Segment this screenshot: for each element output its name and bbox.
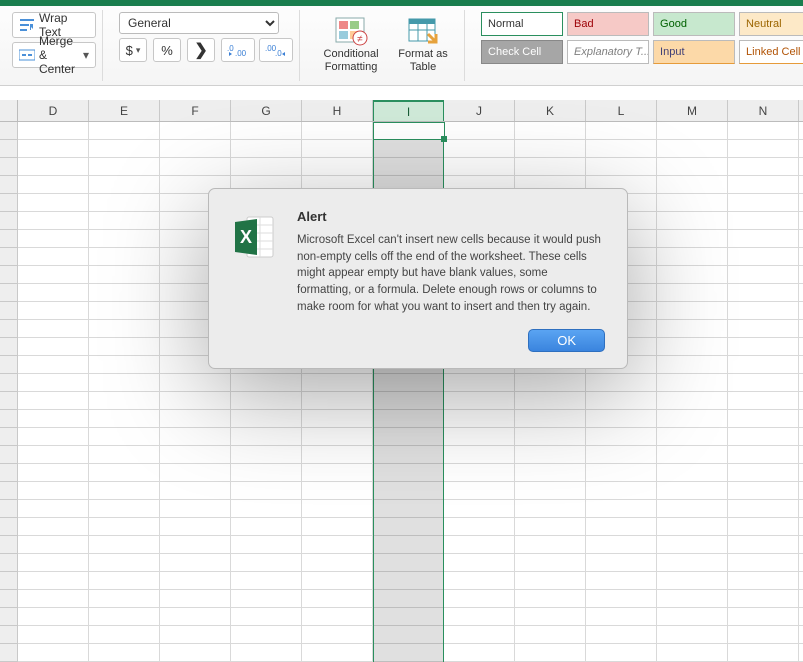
chevron-down-icon: ▾ [83, 48, 89, 62]
svg-text:≠: ≠ [357, 34, 363, 45]
wrap-text-icon [19, 18, 35, 32]
excel-app-icon: X [231, 209, 279, 352]
comma-icon: ❯ [194, 40, 207, 60]
alignment-group: Wrap Text Merge & Center ▾ [6, 10, 103, 81]
merge-center-icon [19, 48, 35, 62]
number-group: General $▾ % ❯ .0.00 .00.0 [113, 10, 300, 81]
styles-gallery: Normal Bad Good Neutral Check Cell Expla… [481, 12, 803, 64]
style-neutral[interactable]: Neutral [739, 12, 803, 36]
col-header[interactable]: E [89, 100, 160, 121]
col-header-active[interactable]: I [373, 100, 444, 121]
col-header[interactable]: K [515, 100, 586, 121]
number-buttons-row: $▾ % ❯ .0.00 .00.0 [119, 38, 293, 62]
percent-button[interactable]: % [153, 38, 181, 62]
select-all-corner[interactable] [0, 100, 18, 121]
col-header[interactable]: M [657, 100, 728, 121]
number-format-select[interactable]: General [119, 12, 279, 34]
col-header[interactable]: N [728, 100, 799, 121]
cell-styles-group: Normal Bad Good Neutral Check Cell Expla… [475, 10, 803, 81]
col-header[interactable]: L [586, 100, 657, 121]
style-explanatory[interactable]: Explanatory T... [567, 40, 649, 64]
active-cell[interactable] [373, 122, 445, 140]
format-as-table-icon [406, 16, 440, 46]
format-as-table-button[interactable]: Format as Table [388, 12, 458, 75]
svg-text:.0: .0 [227, 44, 234, 53]
chevron-down-icon: ▾ [136, 45, 141, 56]
ribbon: Wrap Text Merge & Center ▾ General $▾ % … [0, 6, 803, 86]
svg-text:.0: .0 [275, 49, 282, 57]
currency-button[interactable]: $▾ [119, 38, 147, 62]
style-linked-cell[interactable]: Linked Cell [739, 40, 803, 64]
fill-handle[interactable] [441, 136, 447, 142]
style-good[interactable]: Good [653, 12, 735, 36]
dialog-body: Microsoft Excel can't insert new cells b… [297, 232, 605, 315]
col-header[interactable]: F [160, 100, 231, 121]
col-header[interactable]: G [231, 100, 302, 121]
style-input[interactable]: Input [653, 40, 735, 64]
conditional-formatting-label: Conditional Formatting [319, 48, 383, 74]
decrease-decimal-button[interactable]: .00.0 [259, 38, 293, 62]
merge-center-label: Merge & Center [39, 34, 75, 76]
comma-button[interactable]: ❯ [187, 38, 215, 62]
increase-decimal-icon: .0.00 [227, 43, 249, 57]
style-bad[interactable]: Bad [567, 12, 649, 36]
col-header[interactable]: H [302, 100, 373, 121]
column-headers: D E F G H I J K L M N [0, 100, 803, 122]
conditional-formatting-button[interactable]: ≠ Conditional Formatting [316, 12, 386, 75]
decrease-decimal-icon: .00.0 [265, 43, 287, 57]
svg-text:.00: .00 [235, 49, 247, 57]
svg-text:X: X [240, 227, 252, 247]
format-as-table-label: Format as Table [391, 48, 455, 74]
conditional-formatting-icon: ≠ [334, 16, 368, 46]
col-header[interactable]: D [18, 100, 89, 121]
increase-decimal-button[interactable]: .0.00 [221, 38, 255, 62]
alert-dialog: X Alert Microsoft Excel can't insert new… [208, 188, 628, 369]
style-check-cell[interactable]: Check Cell [481, 40, 563, 64]
style-normal[interactable]: Normal [481, 12, 563, 36]
merge-center-button[interactable]: Merge & Center ▾ [12, 42, 96, 68]
ok-button[interactable]: OK [528, 329, 605, 352]
row-headers[interactable] [0, 122, 18, 662]
col-header[interactable]: J [444, 100, 515, 121]
dialog-title: Alert [297, 209, 605, 224]
